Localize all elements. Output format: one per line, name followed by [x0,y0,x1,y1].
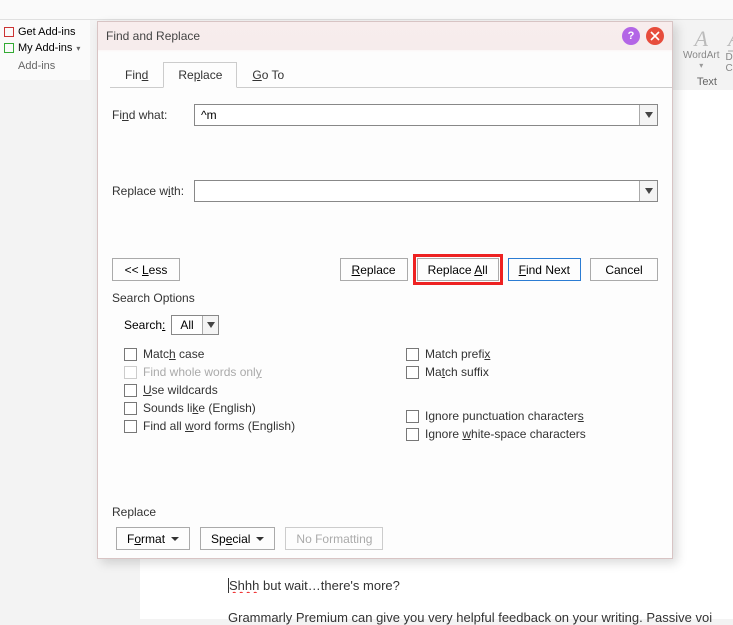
replace-with-dropdown-button[interactable] [639,181,657,201]
replace-section-label: Replace [112,505,658,519]
my-addins-label: My Add-ins [18,42,72,54]
tab-replace[interactable]: Replace [163,62,237,88]
search-label: Search: [124,318,165,332]
get-addins-label: Get Add-ins [18,26,75,38]
wordart-button[interactable]: A WordArt ▾ [683,28,720,74]
document-text-line1[interactable]: Shhh but wait…there's more? [228,578,723,593]
sounds-like-checkbox[interactable]: Sounds like (English) [124,401,376,415]
dialog-title: Find and Replace [106,29,616,43]
dialog-button-row: << Less Replace Replace All Find Next Ca… [112,258,658,281]
dropdown-caret-icon: ▾ [76,44,80,53]
my-addins-button[interactable]: My Add-ins ▾ [4,40,86,56]
doc-text-rest: but wait…there's more? [259,578,400,593]
wordart-icon: A [695,28,708,50]
match-case-checkbox[interactable]: Match case [124,347,376,361]
search-options-label: Search Options [112,291,658,305]
replace-with-combo[interactable] [194,180,658,202]
tab-goto[interactable]: Go To [237,62,299,88]
find-what-row: Find what: [112,104,658,126]
special-button[interactable]: Special [200,527,275,550]
replace-button[interactable]: Replace [340,258,408,281]
search-direction-select[interactable]: All [171,315,219,335]
less-button[interactable]: << Less [112,258,180,281]
dropcap-label: Dro Cap [726,52,733,74]
close-icon[interactable] [646,27,664,45]
dropdown-caret-icon: ▾ [699,61,703,70]
find-what-dropdown-button[interactable] [639,105,657,125]
find-what-input[interactable] [195,105,639,125]
find-replace-dialog: Find and Replace ? Find Replace Go To Fi… [97,21,673,559]
format-button[interactable]: Format [116,527,190,550]
addins-icon [4,43,14,53]
options-grid: Match case Find whole words only Use wil… [124,343,658,445]
use-wildcards-checkbox[interactable]: Use wildcards [124,383,376,397]
dropcap-button[interactable]: A Dro Cap [726,28,733,74]
replace-with-row: Replace with: [112,180,658,202]
text-group-label: Text [697,76,717,88]
help-icon[interactable]: ? [622,27,640,45]
find-next-button[interactable]: Find Next [508,258,581,281]
word-forms-checkbox[interactable]: Find all word forms (English) [124,419,376,433]
get-addins-button[interactable]: Get Add-ins [4,24,86,40]
whole-words-checkbox: Find whole words only [124,365,376,379]
no-formatting-button: No Formatting [285,527,383,550]
dialog-body: Find what: Replace with: << Less Replace… [98,88,672,560]
search-direction-value: All [172,318,202,332]
spellcheck-word: Shhh [229,578,259,593]
store-icon [4,27,14,37]
match-suffix-checkbox[interactable]: Match suffix [406,365,658,379]
ribbon-toolbar-row [0,0,733,20]
wordart-label: WordArt [683,50,720,61]
ignore-punct-checkbox[interactable]: Ignore punctuation characters [406,409,658,423]
replace-with-input[interactable] [195,181,639,201]
dialog-tabs: Find Replace Go To [110,62,672,88]
find-what-label: Find what: [112,108,186,122]
search-direction-row: Search: All [124,315,658,335]
cancel-button[interactable]: Cancel [590,258,658,281]
dialog-titlebar[interactable]: Find and Replace ? [98,22,672,50]
replace-formatting-section: Replace Format Special No Formatting [112,505,658,550]
find-what-combo[interactable] [194,104,658,126]
addins-group-label: Add-ins [18,60,55,72]
tab-find[interactable]: Find [110,62,163,88]
dropcap-icon: A [728,28,733,52]
match-prefix-checkbox[interactable]: Match prefix [406,347,658,361]
replace-all-button[interactable]: Replace All [417,258,499,281]
text-group: A WordArt ▾ A Dro Cap [683,28,733,74]
document-text-line2[interactable]: Grammarly Premium can give you very help… [228,610,723,625]
chevron-down-icon [202,316,218,334]
replace-with-label: Replace with: [112,184,186,198]
ignore-whitespace-checkbox[interactable]: Ignore white-space characters [406,427,658,441]
